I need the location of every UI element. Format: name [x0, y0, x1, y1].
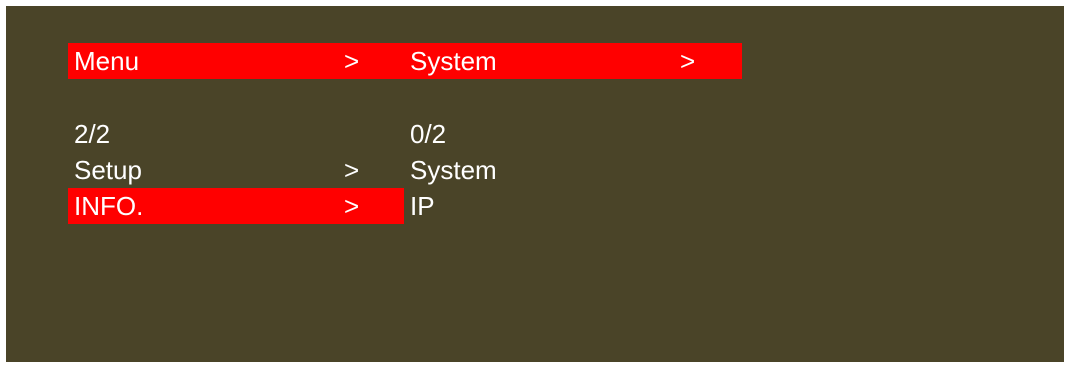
submenu-item-ip[interactable]: IP	[410, 188, 435, 224]
page-counter-row: 2/2 0/2	[68, 116, 742, 152]
menu-breadcrumb-bar: Menu > System >	[68, 43, 742, 79]
menu-item-label: Setup	[74, 155, 142, 185]
menu-item-info[interactable]: INFO. > IP	[68, 188, 742, 224]
breadcrumb-separator-2: >	[680, 46, 696, 76]
submenu-item-system[interactable]: System	[410, 152, 497, 188]
submenu-arrow: >	[344, 191, 360, 221]
right-page-counter: 0/2	[410, 119, 447, 149]
breadcrumb-menu: Menu	[74, 46, 140, 76]
osd-menu-screen: Menu > System > 2/2 0/2 Setup > System I…	[6, 6, 1064, 362]
menu-item-label: INFO.	[74, 191, 144, 221]
breadcrumb-highlight	[68, 43, 742, 79]
breadcrumb-separator-1: >	[344, 46, 360, 76]
breadcrumb-system: System	[410, 46, 497, 76]
left-page-counter: 2/2	[74, 119, 111, 149]
submenu-arrow: >	[344, 155, 360, 185]
menu-item-setup[interactable]: Setup > System	[68, 152, 742, 188]
